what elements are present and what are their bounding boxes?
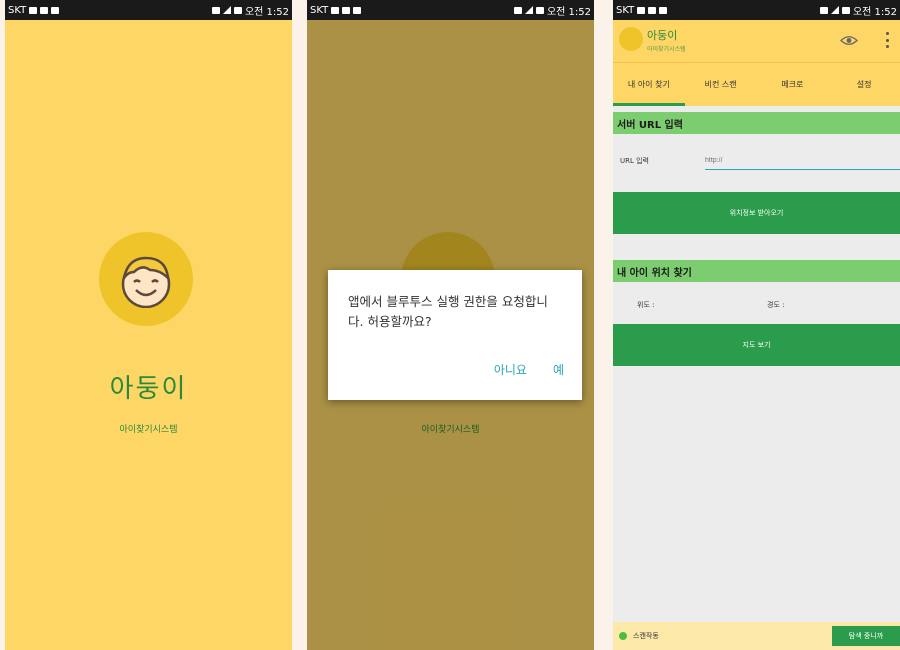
main-screen: SKT 오전 1:52 아둥이 아이찾기시스템 내 아이 찾기 비컨 스캔 메크… — [613, 0, 900, 650]
child-location-header: 내 아이 위치 찾기 — [613, 260, 900, 282]
battery-icon — [535, 6, 544, 14]
bottom-status-bar: 스캔작동 탐색 중니까 — [613, 622, 900, 650]
message-icon — [331, 6, 340, 14]
message-icon — [637, 6, 646, 14]
logo-circle — [99, 232, 193, 326]
carrier-label: SKT — [8, 4, 27, 16]
splash-screen: SKT 오전 1:52 아둥이 아이찾기시스템 — [5, 0, 292, 650]
wrench-icon — [40, 6, 49, 14]
app-logo-icon — [619, 27, 643, 51]
permission-dialog: 앱에서 블루투스 실행 권한을 요청합니다. 허용할까요? 아니요 예 — [328, 270, 582, 400]
app-title: 아둥이 — [647, 29, 678, 42]
brand-subtitle: 아이찾기시스템 — [119, 425, 178, 435]
bluetooth-icon — [513, 6, 522, 14]
clock-label: 오전 1:52 — [852, 6, 897, 18]
tab-beacon-scan[interactable]: 비컨 스캔 — [685, 63, 757, 106]
clock-label: 오전 1:52 — [546, 6, 591, 18]
tab-settings[interactable]: 설정 — [828, 63, 900, 106]
status-indicator-icon — [619, 632, 627, 640]
url-input[interactable] — [705, 151, 900, 170]
more-options-icon[interactable] — [886, 32, 890, 48]
tab-macro[interactable]: 메크로 — [757, 63, 829, 106]
tab-bar: 내 아이 찾기 비컨 스캔 메크로 설정 — [613, 62, 900, 106]
view-map-button[interactable]: 지도 보기 — [613, 324, 900, 366]
status-bar: SKT 오전 1:52 — [307, 0, 594, 20]
wrench-icon — [648, 6, 657, 14]
carrier-label: SKT — [310, 4, 329, 16]
deny-button[interactable]: 아니요 — [494, 361, 527, 378]
allow-button[interactable]: 예 — [553, 361, 564, 378]
signal-icon — [830, 6, 839, 14]
scan-status-text: 스캔작동 — [633, 632, 659, 640]
splash-background: 아둥이 아이찾기시스템 — [5, 20, 292, 650]
app-subtitle: 아이찾기시스템 — [647, 46, 686, 53]
tab-find-child[interactable]: 내 아이 찾기 — [613, 63, 685, 106]
carrier-label: SKT — [616, 4, 635, 16]
signal-icon — [524, 6, 533, 14]
bluetooth-icon — [819, 6, 828, 14]
scan-toggle-button[interactable]: 탐색 중니까 — [832, 626, 900, 646]
dialog-message: 앱에서 블루투스 실행 권한을 요청합니다. 허용할까요? — [348, 294, 548, 329]
content-area: 서버 URL 입력 URL 입력 위치정보 받아오기 내 아이 위치 찾기 위도… — [613, 106, 900, 622]
status-bar: SKT 오전 1:52 — [613, 0, 900, 20]
signal-icon — [222, 6, 231, 14]
brand-title: 아둥이 — [109, 374, 188, 404]
cloud-icon — [353, 6, 362, 14]
fetch-location-button[interactable]: 위치정보 받아오기 — [613, 192, 900, 234]
status-bar: SKT 오전 1:52 — [5, 0, 292, 20]
server-url-header: 서버 URL 입력 — [613, 112, 900, 134]
battery-icon — [233, 6, 242, 14]
clock-label: 오전 1:52 — [244, 6, 289, 18]
latitude-label: 위도 : — [637, 301, 655, 309]
message-icon — [29, 6, 38, 14]
url-label: URL 입력 — [620, 157, 649, 165]
wrench-icon — [342, 6, 351, 14]
bluetooth-icon — [211, 6, 220, 14]
cloud-icon — [659, 6, 668, 14]
longitude-label: 경도 : — [767, 301, 785, 309]
child-face-icon — [121, 256, 171, 308]
permission-screen: SKT 오전 1:52 아둥이 아이찾기시스템 앱에서 블루투스 실행 권한을 … — [307, 0, 594, 650]
cloud-icon — [51, 6, 60, 14]
eye-icon[interactable] — [840, 35, 858, 46]
battery-icon — [841, 6, 850, 14]
app-bar: 아둥이 아이찾기시스템 — [613, 20, 900, 62]
